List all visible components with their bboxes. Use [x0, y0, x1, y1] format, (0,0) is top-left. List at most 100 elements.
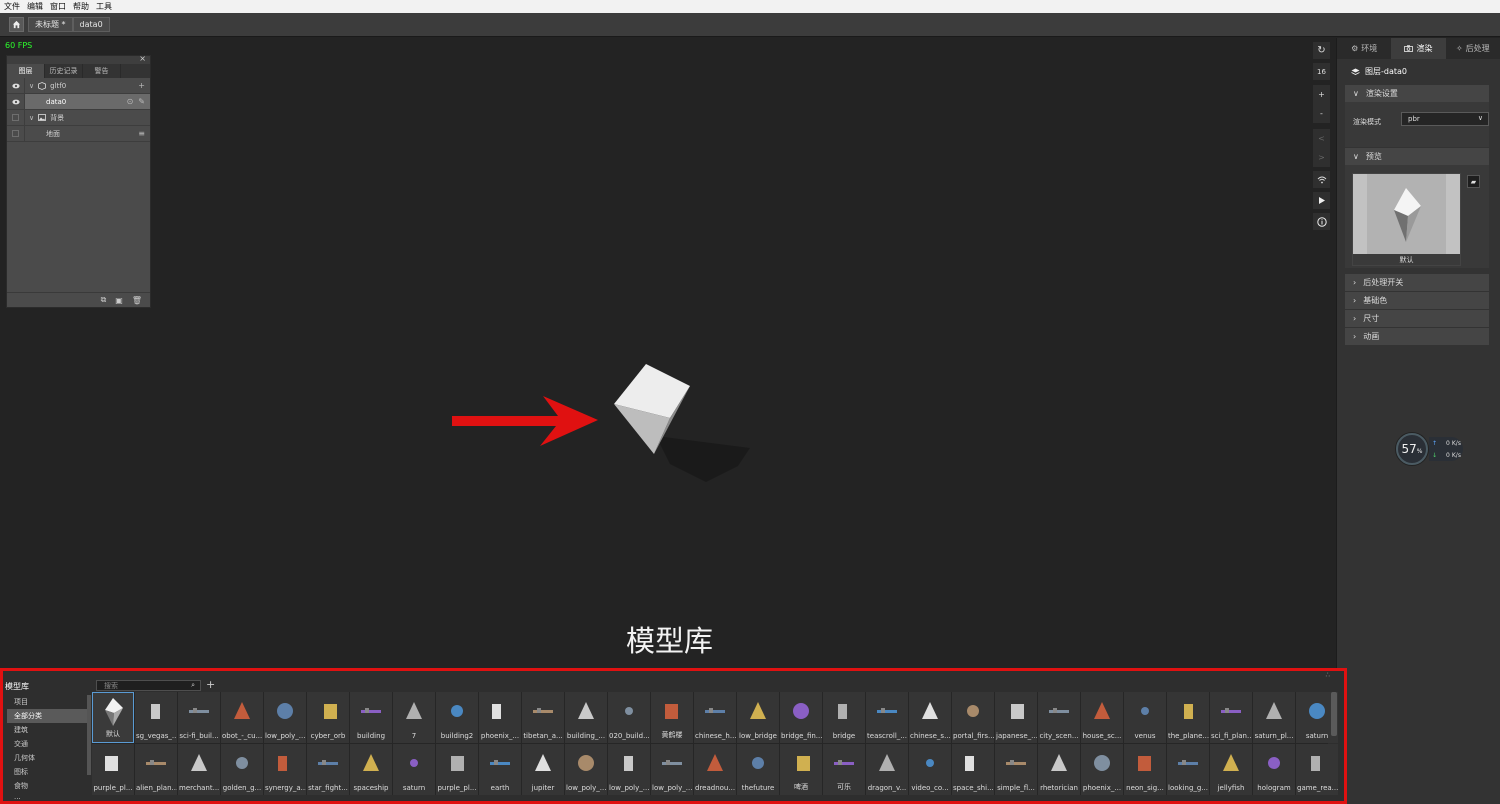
visibility-box-icon[interactable]	[7, 110, 25, 125]
eye-icon[interactable]	[7, 94, 25, 109]
info-button[interactable]	[1313, 213, 1330, 230]
chevron-down-icon[interactable]: ∨	[29, 82, 34, 90]
category-item[interactable]: 交通	[7, 737, 91, 751]
menu-edit[interactable]: 编辑	[27, 1, 43, 12]
section-preview[interactable]: ∨ 预览	[1345, 148, 1489, 165]
edit-icon[interactable]: ✎	[138, 97, 145, 106]
model-tile[interactable]: low_poly_...	[608, 744, 650, 795]
model-tile[interactable]: cyber_orb	[307, 692, 349, 743]
model-tile[interactable]: jellyfish	[1210, 744, 1252, 795]
library-scrollbar[interactable]	[1331, 692, 1337, 736]
model-tile[interactable]: looking_g...	[1167, 744, 1209, 795]
menu-file[interactable]: 文件	[4, 1, 20, 12]
model-tile[interactable]: purple_pl...	[436, 744, 478, 795]
model-tile[interactable]: video_co...	[909, 744, 951, 795]
3d-viewport[interactable]: 60 FPS 模型库	[0, 38, 1336, 668]
model-tile[interactable]: merchant...	[178, 744, 220, 795]
category-item[interactable]: 几何体	[7, 751, 91, 765]
preview-thumbnail[interactable]: 默认	[1352, 173, 1461, 266]
model-tile[interactable]: city_scen...	[1038, 692, 1080, 743]
model-tile[interactable]: game_rea...	[1296, 744, 1338, 795]
model-tile[interactable]: earth	[479, 744, 521, 795]
model-tile[interactable]: low_poly_...	[651, 744, 693, 795]
tab-postprocess[interactable]: ✧ 后处理	[1446, 38, 1500, 59]
model-tile[interactable]: bridge_fin...	[780, 692, 822, 743]
menu-help[interactable]: 帮助	[73, 1, 89, 12]
model-tile[interactable]: house_sc...	[1081, 692, 1123, 743]
model-tile[interactable]: 7	[393, 692, 435, 743]
model-tile[interactable]: synergy_a...	[264, 744, 306, 795]
panel-header[interactable]: ×	[7, 54, 150, 64]
category-item[interactable]: 全部分类	[7, 709, 91, 723]
menu-window[interactable]: 窗口	[50, 1, 66, 12]
zoom-in-button[interactable]: +	[1313, 85, 1330, 104]
render-mode-select[interactable]: pbr ∨	[1401, 112, 1489, 126]
menu-icon[interactable]: ≡	[138, 129, 145, 138]
visibility-box-icon[interactable]	[7, 126, 25, 141]
model-tile[interactable]: phoenix_...	[1081, 744, 1123, 795]
model-tile[interactable]: rhetorician	[1038, 744, 1080, 795]
breadcrumb-layer[interactable]: data0	[72, 17, 110, 32]
model-tile[interactable]: 啤酒	[780, 744, 822, 795]
category-item[interactable]: 图标	[7, 765, 91, 779]
model-tile[interactable]: obot_-_cu...	[221, 692, 263, 743]
model-tile[interactable]: 黄鹤楼	[651, 692, 693, 743]
model-tile[interactable]: spaceship	[350, 744, 392, 795]
tab-history[interactable]: 历史记录	[45, 64, 83, 78]
folder-button[interactable]: ▰	[1467, 175, 1480, 188]
prev-button[interactable]: <	[1313, 129, 1330, 148]
model-tile[interactable]: alien_plan...	[135, 744, 177, 795]
breadcrumb-project[interactable]: 未标题 *	[28, 17, 73, 32]
model-tile[interactable]: saturn	[393, 744, 435, 795]
search-icon[interactable]: ⌕	[191, 681, 195, 690]
refresh-button[interactable]: ↻	[1313, 42, 1330, 59]
model-tile[interactable]: the_plane...	[1167, 692, 1209, 743]
layer-row-background[interactable]: ∨ 背景	[7, 110, 150, 126]
model-tile[interactable]: 默认	[92, 692, 134, 743]
model-tile[interactable]: building2	[436, 692, 478, 743]
model-tile[interactable]: phoenix_...	[479, 692, 521, 743]
locate-icon[interactable]: ⊙	[127, 97, 134, 106]
copy-icon[interactable]: ⧉	[101, 295, 107, 305]
section-size[interactable]: › 尺寸	[1345, 310, 1489, 327]
close-icon[interactable]: ∴	[1326, 671, 1330, 679]
model-tile[interactable]: bridge	[823, 692, 865, 743]
save-icon[interactable]: ▣	[115, 296, 123, 305]
model-tile[interactable]: japanese_...	[995, 692, 1037, 743]
model-tile[interactable]: building_...	[565, 692, 607, 743]
model-tile[interactable]: dreadnou...	[694, 744, 736, 795]
section-base-color[interactable]: › 基础色	[1345, 292, 1489, 309]
category-item[interactable]: 建筑	[7, 723, 91, 737]
model-tile[interactable]: chinese_h...	[694, 692, 736, 743]
section-post-switch[interactable]: › 后处理开关	[1345, 274, 1489, 291]
model-tile[interactable]: star_fight...	[307, 744, 349, 795]
close-icon[interactable]: ×	[139, 54, 146, 63]
menu-tools[interactable]: 工具	[96, 1, 112, 12]
model-tile[interactable]: jupiter	[522, 744, 564, 795]
layer-row-gltf0[interactable]: ∨ gltf0 +	[7, 78, 150, 94]
category-item[interactable]: 食物	[7, 779, 91, 793]
model-tile[interactable]: sci-fi_buil...	[178, 692, 220, 743]
model-tile[interactable]: sg_vegas_...	[135, 692, 177, 743]
add-icon[interactable]: +	[206, 678, 215, 691]
section-render-settings[interactable]: ∨ 渲染设置	[1345, 85, 1489, 102]
zoom-out-button[interactable]: -	[1313, 104, 1330, 123]
tab-environment[interactable]: ⚙ 环境	[1337, 38, 1391, 59]
play-button[interactable]	[1313, 192, 1330, 209]
model-tile[interactable]: dragon_v...	[866, 744, 908, 795]
category-item[interactable]: ...	[7, 793, 91, 801]
layer-row-data0[interactable]: data0 ⊙ ✎	[7, 94, 150, 110]
trash-icon[interactable]: 🗑	[132, 296, 142, 305]
model-tile[interactable]: low_bridge	[737, 692, 779, 743]
category-item[interactable]: 项目	[7, 695, 91, 709]
model-tile[interactable]: sci_fi_plan...	[1210, 692, 1252, 743]
model-tile[interactable]: 020_build...	[608, 692, 650, 743]
model-tile[interactable]: saturn_pl...	[1253, 692, 1295, 743]
model-tile[interactable]: building	[350, 692, 392, 743]
category-scrollbar[interactable]	[87, 695, 91, 775]
chevron-down-icon[interactable]: ∨	[29, 114, 34, 122]
model-tile[interactable]: portal_firs...	[952, 692, 994, 743]
tab-warnings[interactable]: 警告	[83, 64, 121, 78]
add-icon[interactable]: +	[138, 81, 145, 90]
model-tile[interactable]: neon_sig...	[1124, 744, 1166, 795]
